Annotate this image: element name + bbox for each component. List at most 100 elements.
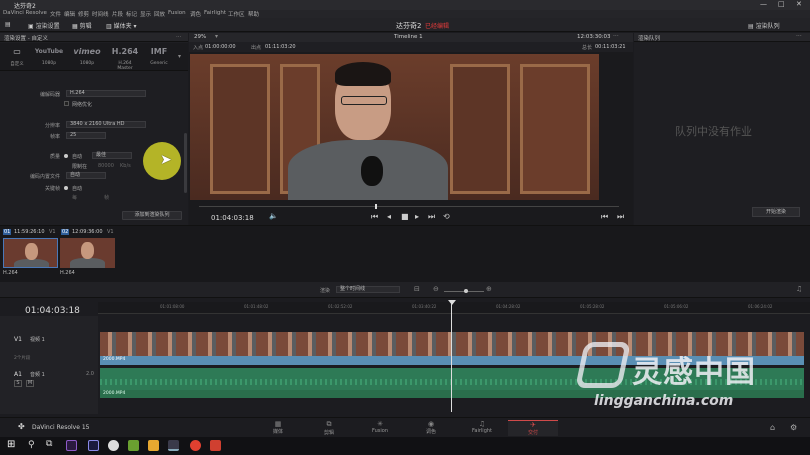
timeline-playhead[interactable]	[451, 302, 452, 412]
preset-imf[interactable]: IMF Generic	[144, 46, 174, 66]
chrome-app-icon[interactable]	[190, 440, 201, 451]
audio-icon[interactable]: 🔈	[269, 212, 278, 220]
more-options-icon[interactable]: ···	[176, 34, 181, 40]
chevron-down-icon[interactable]: ▾	[178, 53, 181, 60]
page-tab-media[interactable]: ▦ 媒体	[253, 420, 303, 435]
quality-auto-radio[interactable]	[64, 154, 68, 158]
panel-toggle-icon[interactable]: ▤	[5, 21, 11, 28]
page-tab-fusion[interactable]: ✳ Fusion	[355, 420, 405, 434]
scrub-handle[interactable]	[375, 204, 378, 209]
zoom-level[interactable]: 29%	[194, 34, 206, 40]
menu-workspace[interactable]: 工作区	[228, 10, 245, 18]
premiere-app-icon[interactable]	[66, 440, 77, 451]
preset-youtube[interactable]: YouTube 1080p	[34, 46, 64, 66]
menu-fusion[interactable]: Fusion	[168, 10, 186, 16]
edit-page-icon: ⧉	[326, 420, 332, 428]
page-tab-edit[interactable]: ⧉ 剪辑	[304, 420, 354, 436]
home-icon[interactable]: ⌂	[770, 423, 775, 432]
framerate-select[interactable]: 25	[66, 132, 106, 139]
audio-meter-icon[interactable]: ♫	[796, 285, 802, 293]
close-icon[interactable]: ✕	[796, 0, 802, 8]
reverse-icon[interactable]: ◂	[387, 212, 391, 221]
app-icon[interactable]	[128, 440, 139, 451]
page-tab-fairlight[interactable]: ♫ Fairlight	[457, 420, 507, 434]
menu-help[interactable]: 帮助	[248, 10, 259, 18]
menu-trim[interactable]: 修剪	[78, 10, 89, 18]
encode-profile-select[interactable]: 自动	[66, 172, 106, 179]
bin-button[interactable]: ▥ 媒体夹 ▾	[106, 21, 137, 30]
maximize-icon[interactable]: □	[778, 0, 785, 8]
app-icon[interactable]	[148, 440, 159, 451]
davinci-resolve-app-icon[interactable]	[168, 440, 179, 451]
top-toolbar: ▤ ▣ 渲染设置 ▦ 剪辑 ▥ 媒体夹 ▾ 达芬奇2 已经编辑 ▤ 渲染队列	[0, 18, 810, 32]
minimize-icon[interactable]: —	[760, 0, 767, 8]
mute-button[interactable]: M	[26, 380, 34, 387]
page-tab-color[interactable]: ◉ 调色	[406, 420, 456, 435]
clip-thumbnail-2[interactable]	[60, 238, 115, 268]
resolution-select[interactable]: 3840 x 2160 Ultra HD	[66, 121, 146, 128]
network-opt-checkbox[interactable]	[64, 101, 69, 106]
app-icon[interactable]	[108, 440, 119, 451]
play-icon[interactable]: ▸	[415, 212, 419, 221]
more-options-icon[interactable]: ···	[796, 33, 802, 40]
playhead-marker[interactable]	[448, 300, 456, 305]
preset-custom[interactable]: ▭ 自定义	[2, 46, 32, 67]
menu-view[interactable]: 显示	[140, 10, 151, 18]
loop-icon[interactable]: ⟲	[443, 212, 450, 221]
menu-color[interactable]: 调色	[190, 10, 201, 18]
a1-channel: 2.0	[86, 371, 94, 377]
render-presets: ▭ 自定义 YouTube 1080p vimeo 1080p H.264 H.…	[0, 43, 188, 71]
search-icon[interactable]: ⚲	[28, 440, 35, 450]
menu-fairlight[interactable]: Fairlight	[204, 10, 226, 16]
solo-button[interactable]: S	[14, 380, 22, 387]
next-frame-icon[interactable]: ⏭	[617, 212, 624, 222]
clip-thumbnail-1[interactable]	[3, 238, 58, 268]
task-view-icon[interactable]: ⧉	[46, 439, 52, 449]
render-settings-header: 渲染设置 - 自定义 ···	[0, 33, 188, 42]
more-options-icon[interactable]: ···	[613, 33, 619, 40]
menu-timeline[interactable]: 时间线	[92, 10, 109, 18]
menu-edit[interactable]: 编辑	[64, 10, 75, 18]
zoom-in-icon[interactable]: ⊕	[486, 285, 492, 293]
zoom-slider-handle[interactable]	[464, 289, 468, 293]
menu-mark[interactable]: 标记	[126, 10, 137, 18]
youtube-logo: YouTube	[34, 48, 64, 55]
menu-file[interactable]: 文件	[50, 10, 61, 18]
ruler-tick: 01:06:24:02	[748, 304, 773, 309]
menu-app[interactable]: DaVinci Resolve	[3, 10, 47, 16]
viewer-scrub-bar[interactable]	[199, 204, 619, 209]
windows-start-icon[interactable]: ⊞	[7, 439, 15, 450]
timeline-name[interactable]: Timeline 1	[394, 34, 423, 40]
panel-scrollbar[interactable]	[184, 133, 187, 193]
codec-select[interactable]: H.264	[66, 90, 146, 97]
video-frame[interactable]	[190, 54, 599, 200]
quality-select[interactable]: 最佳	[92, 152, 132, 159]
jump-start-icon[interactable]: ⏮	[371, 212, 378, 222]
menu-clip[interactable]: 片段	[112, 10, 123, 18]
page-tab-deliver[interactable]: ✈ 交付	[508, 420, 558, 436]
menu-playback[interactable]: 回放	[154, 10, 165, 18]
render-settings-button[interactable]: ▣ 渲染设置	[28, 21, 60, 30]
zoom-out-icon[interactable]: ⊖	[433, 285, 439, 293]
settings-icon[interactable]: ⚙	[790, 423, 797, 432]
add-to-render-queue-button[interactable]: 添加到渲染队列	[122, 211, 182, 220]
h264-logo: H.264	[111, 47, 139, 56]
color-page-icon: ◉	[427, 420, 435, 428]
jump-end-icon[interactable]: ⏭	[428, 212, 435, 222]
quality-auto-label: 自动	[72, 154, 83, 160]
clips-button[interactable]: ▦ 剪辑	[72, 21, 92, 30]
zoom-fit-icon[interactable]: ⊟	[414, 285, 420, 293]
render-mode-select[interactable]: 整个时间线	[336, 286, 400, 293]
prev-frame-icon[interactable]: ⏮	[601, 212, 608, 222]
zoom-dropdown-icon[interactable]: ▾	[215, 33, 218, 40]
start-render-button[interactable]: 开始渲染	[752, 207, 800, 217]
render-queue-button[interactable]: ▤ 渲染队列	[748, 21, 780, 30]
ruler-tick: 01:01:48:02	[244, 304, 269, 309]
after-effects-app-icon[interactable]	[88, 440, 99, 451]
app-icon[interactable]	[210, 440, 221, 451]
preset-vimeo[interactable]: vimeo 1080p	[72, 46, 102, 66]
keyframe-auto-radio[interactable]	[64, 186, 68, 190]
viewer-panel: 29% ▾ Timeline 1 12:03:30:03 ··· 入点 01:0…	[189, 33, 633, 225]
preset-h264[interactable]: H.264 H.264 Master	[110, 46, 140, 71]
stop-icon[interactable]: ■	[401, 212, 409, 221]
